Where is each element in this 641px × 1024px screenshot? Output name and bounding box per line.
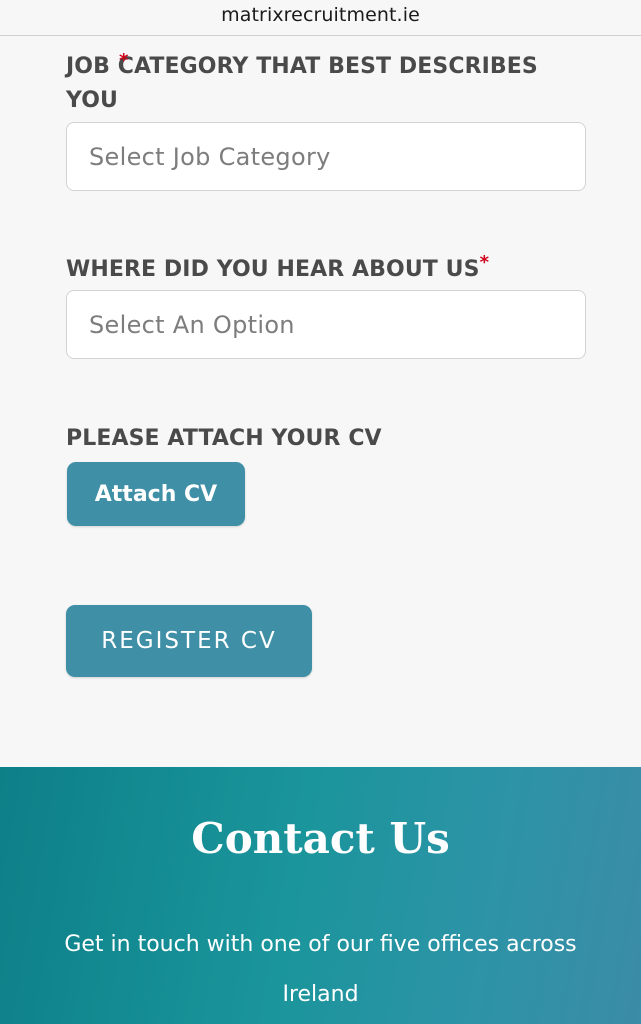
hear-about-label: WHERE DID YOU HEAR ABOUT US* [66,253,489,287]
job-category-placeholder: Select Job Category [89,142,331,171]
job-category-label-text: JOB CATEGORY THAT BEST DESCRIBES YOU [66,54,538,113]
attach-cv-button-label: Attach CV [94,481,218,507]
hear-about-label-text: WHERE DID YOU HEAR ABOUT US [66,257,480,282]
contact-title: Contact Us [191,814,450,863]
attach-cv-label: PLEASE ATTACH YOUR CV [66,426,382,451]
browser-address-bar[interactable]: matrixrecruitment.ie [0,0,641,36]
attach-cv-button[interactable]: Attach CV [67,462,245,526]
job-category-required-mark: * [119,50,129,71]
hear-about-required-mark: * [479,252,490,273]
hear-about-placeholder: Select An Option [89,310,295,339]
register-cv-button[interactable]: REGISTER CV [66,605,312,677]
url-text: matrixrecruitment.ie [221,3,420,26]
job-category-select[interactable]: Select Job Category [66,122,586,191]
contact-description: Get in touch with one of our five office… [64,932,577,1007]
job-category-label: JOB CATEGORY THAT BEST DESCRIBES YOU [66,50,586,118]
hear-about-select[interactable]: Select An Option [66,290,586,359]
register-cv-button-label: REGISTER CV [101,628,277,654]
